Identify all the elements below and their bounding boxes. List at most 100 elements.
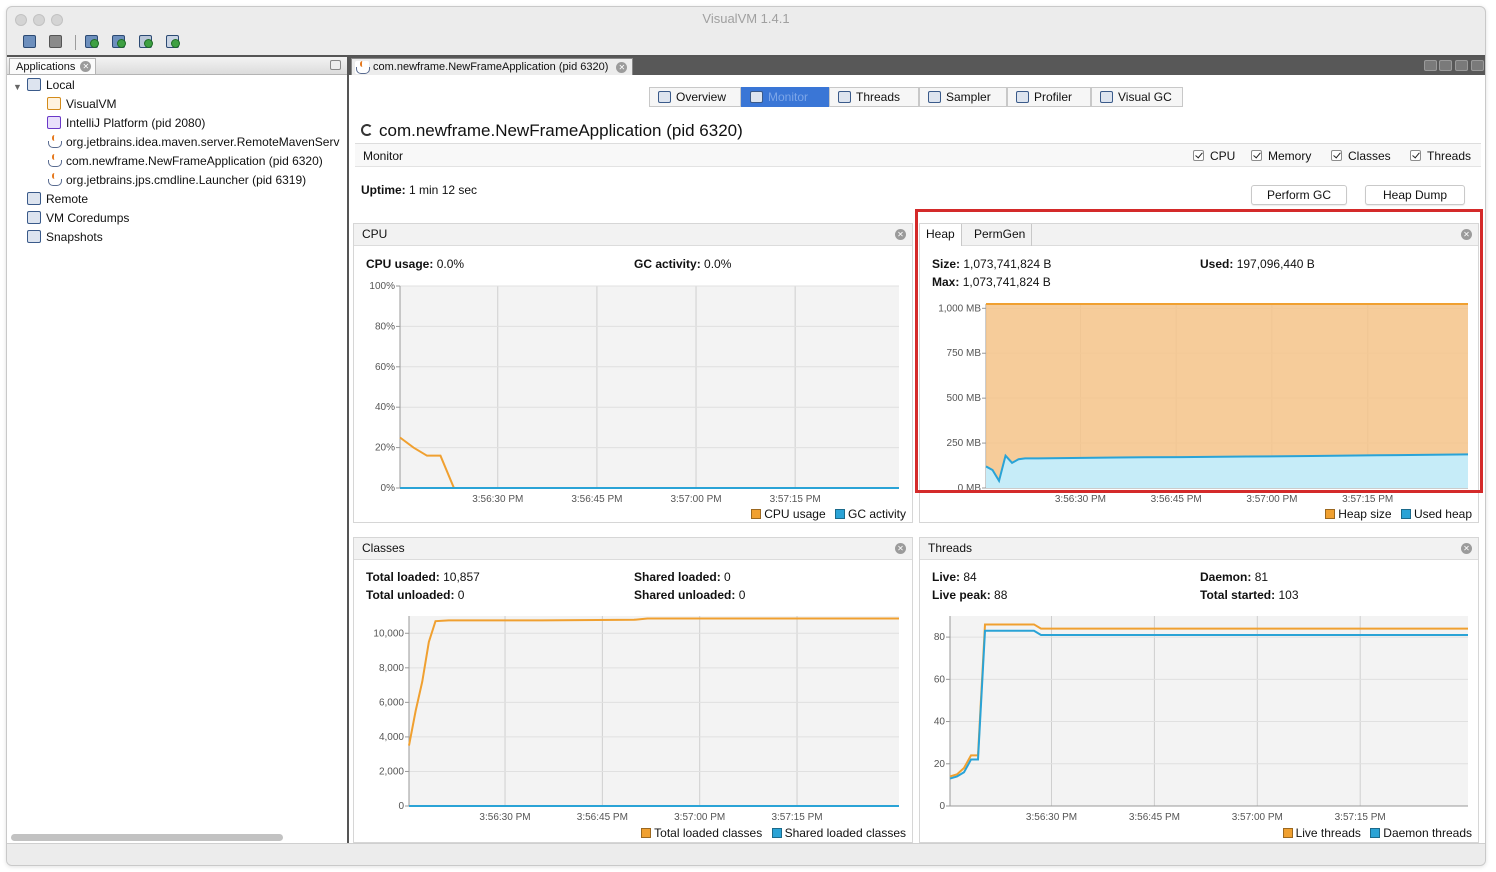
heap-dump-button[interactable]: Heap Dump (1365, 185, 1465, 205)
x-tick-label: 3:56:30 PM (1026, 812, 1077, 823)
tab-label: Sampler (946, 90, 991, 104)
gc-activity-stat: GC activity: 0.0% (634, 257, 731, 271)
applications-tab[interactable]: Applications ✕ (9, 58, 97, 74)
tree-item[interactable]: org.jetbrains.idea.maven.server.RemoteMa… (47, 135, 339, 154)
threads-legend: Live threads Daemon threads (1282, 826, 1472, 840)
y-tick-label: 750 MB (947, 348, 982, 359)
perform-gc-button[interactable]: Perform GC (1251, 185, 1347, 205)
java-icon (47, 173, 62, 186)
tab-overview[interactable]: Overview (649, 87, 741, 107)
cpu-usage-label: CPU usage: (366, 257, 434, 271)
tree-item[interactable]: org.jetbrains.jps.cmdline.Launcher (pid … (47, 173, 306, 192)
tab-profiler[interactable]: Profiler (1007, 87, 1091, 107)
tab-monitor[interactable]: Monitor (741, 87, 829, 107)
classes-chart: 10,000 8,000 6,000 4,000 2,000 0 3:56:30 PM 3:5… (373, 616, 899, 823)
close-icon[interactable]: ✕ (616, 62, 628, 73)
classes-panel-header: Classes ✕ (354, 538, 912, 560)
coredump-icon (27, 211, 41, 224)
classes-panel: Classes ✕ Total loaded: 10,857 Total unlo… (353, 537, 913, 843)
app-pid: (pid 6320) (666, 121, 743, 140)
classes-checkbox[interactable]: Classes (1331, 149, 1391, 163)
heap-used-value: 197,096,440 B (1236, 257, 1315, 271)
tree-item[interactable]: VisualVM (47, 97, 116, 116)
add-snapshot-icon[interactable] (164, 33, 181, 50)
cpu-checkbox[interactable]: CPU (1193, 149, 1235, 163)
close-icon[interactable]: ✕ (895, 229, 906, 240)
add-core-icon[interactable] (137, 33, 154, 50)
y-tick-label: 2,000 (379, 766, 404, 777)
horizontal-scrollbar[interactable] (11, 834, 283, 841)
total-loaded-stat: Total loaded: 10,857 (366, 570, 480, 584)
x-tick-label: 3:57:00 PM (1246, 494, 1297, 505)
tree-item-label: com.newframe.NewFrameApplication (pid 63… (66, 154, 323, 168)
minimize-pane-icon[interactable] (330, 60, 341, 70)
total-started-stat: Total started: 103 (1200, 588, 1299, 602)
heap-size-stat: Size: 1,073,741,824 B (932, 257, 1051, 271)
minimize-window-button[interactable] (33, 14, 45, 26)
x-tick-label: 3:56:45 PM (571, 494, 622, 505)
threads-checkbox[interactable]: Threads (1410, 149, 1471, 163)
x-tick-label: 3:56:30 PM (1055, 494, 1106, 505)
tree-item-label: Remote (46, 192, 89, 206)
tab-label: Monitor (768, 90, 809, 104)
monitor-label: Monitor (363, 149, 404, 163)
add-remote-icon[interactable] (110, 33, 127, 50)
maximize-icon[interactable] (1471, 60, 1484, 71)
tab-visual-gc[interactable]: Visual GC (1091, 87, 1183, 107)
sampler-icon (928, 91, 941, 103)
tab-threads[interactable]: Threads (829, 87, 919, 107)
permgen-tab[interactable]: PermGen (968, 224, 1033, 246)
x-tick-label: 3:57:00 PM (1232, 812, 1283, 823)
y-tick-label: 0% (381, 483, 396, 494)
expand-toggle-icon[interactable]: ▼ (13, 82, 22, 92)
tree-item[interactable]: com.newframe.NewFrameApplication (pid 63… (47, 154, 323, 173)
zoom-window-button[interactable] (51, 14, 63, 26)
document-list-icon[interactable] (1455, 60, 1468, 71)
tab-sampler[interactable]: Sampler (919, 87, 1007, 107)
x-tick-label: 3:57:00 PM (670, 494, 721, 505)
tree-item[interactable]: Snapshots (27, 230, 103, 249)
heap-size-value: 1,073,741,824 B (963, 257, 1052, 271)
save-icon[interactable] (47, 33, 64, 50)
close-icon[interactable]: ✕ (80, 61, 92, 72)
tree-item-label: org.jetbrains.jps.cmdline.Launcher (pid … (66, 173, 307, 187)
tree-item[interactable]: Remote (27, 192, 88, 211)
document-tab[interactable]: com.newframe.NewFrameApplication (pid 63… (351, 58, 634, 75)
heap-tab[interactable]: Heap (920, 224, 962, 246)
tree-item[interactable]: VM Coredumps (27, 211, 129, 230)
cpu-panel-title: CPU (362, 227, 388, 241)
remote-icon (27, 192, 41, 205)
open-icon[interactable] (21, 33, 38, 50)
memory-checkbox[interactable]: Memory (1251, 149, 1311, 163)
total-started-value: 103 (1278, 588, 1299, 602)
scroll-left-icon[interactable] (1424, 60, 1437, 71)
plot-area (400, 286, 899, 488)
close-icon[interactable]: ✕ (1461, 543, 1472, 554)
app-name: com.newframe.NewFrameApplication (379, 121, 662, 140)
tree-item-label: Local (46, 78, 75, 92)
live-peak-label: Live peak: (932, 588, 991, 602)
tree-item[interactable]: Local (27, 78, 75, 97)
tree-item[interactable]: IntelliJ Platform (pid 2080) (47, 116, 205, 135)
y-tick-label: 8,000 (379, 663, 404, 674)
cpu-usage-swatch (751, 509, 762, 519)
scroll-right-icon[interactable] (1439, 60, 1452, 71)
cpu-usage-legend: CPU usage (764, 507, 826, 521)
uptime: Uptime: 1 min 12 sec (361, 183, 477, 197)
close-icon[interactable]: ✕ (895, 543, 906, 554)
total-unloaded-label: Total unloaded: (366, 588, 455, 602)
y-tick-label: 80 (934, 632, 946, 643)
x-tick-label: 3:56:45 PM (577, 812, 628, 823)
y-tick-label: 500 MB (947, 393, 982, 404)
close-icon[interactable]: ✕ (1461, 229, 1472, 240)
classes-checkbox-label: Classes (1348, 149, 1391, 163)
close-window-button[interactable] (15, 14, 27, 26)
heap-panel: Heap PermGen ✕ Size: 1,073,741,824 B Max… (919, 223, 1479, 523)
profiler-icon (1016, 91, 1029, 103)
total-loaded-swatch (641, 828, 652, 838)
add-jmx-icon[interactable] (83, 33, 100, 50)
overview-icon (658, 91, 671, 103)
live-value: 84 (963, 570, 977, 584)
window-titlebar: VisualVM 1.4.1 (7, 7, 1485, 31)
total-started-label: Total started: (1200, 588, 1276, 602)
